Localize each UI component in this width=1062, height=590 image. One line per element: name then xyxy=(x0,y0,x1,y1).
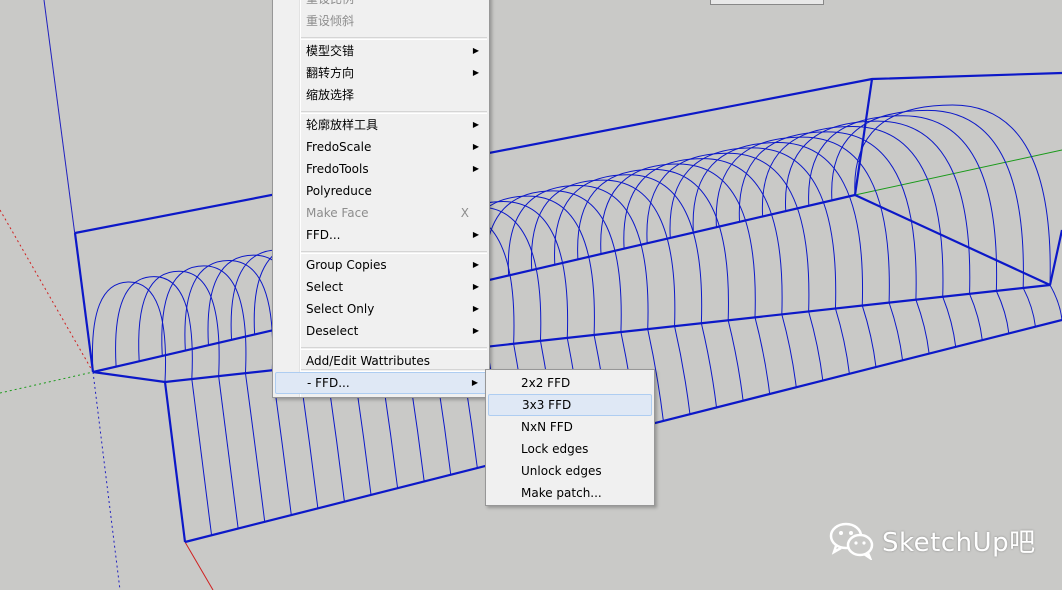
front-rib xyxy=(244,373,266,522)
menu-item-label: FredoTools xyxy=(306,162,369,176)
menu-item-label: Group Copies xyxy=(306,258,387,272)
front-rib xyxy=(727,320,744,401)
front-rib xyxy=(191,378,213,536)
front-rib xyxy=(942,296,957,347)
menu-item[interactable]: 重设倾斜 xyxy=(275,10,487,32)
menu-item[interactable]: FredoScale ▶ xyxy=(275,136,487,158)
menu-item[interactable]: Deselect ▶ xyxy=(275,320,487,342)
submenu-arrow-icon: ▶ xyxy=(472,230,479,239)
submenu-arrow-icon: ▶ xyxy=(472,326,479,335)
menu-item-label: - FFD... xyxy=(307,376,350,390)
submenu-item[interactable]: 2x2 FFD xyxy=(488,372,652,394)
menu-item-label: 模型交错 xyxy=(306,44,355,58)
menu-item-label: FFD... xyxy=(306,228,341,242)
red-axis xyxy=(184,541,214,590)
toolbar-fragment xyxy=(710,0,824,5)
menu-item-label: Select xyxy=(306,280,344,294)
front-rib xyxy=(700,323,718,408)
submenu-item[interactable]: NxN FFD xyxy=(488,416,652,438)
arch-rib xyxy=(138,270,220,377)
watermark-text: SketchUp吧 xyxy=(882,527,1036,558)
arch-rib xyxy=(484,190,622,333)
front-rib xyxy=(754,317,771,395)
menu-item-label: Polyreduce xyxy=(306,184,372,198)
arch-rib xyxy=(91,281,167,383)
watermark: SketchUp吧 xyxy=(828,516,1036,564)
front-rib xyxy=(808,311,824,381)
menu-item[interactable]: Make Face X xyxy=(275,202,487,224)
front-rib xyxy=(834,308,850,374)
menu-item[interactable]: 重设比例 xyxy=(275,0,487,10)
front-rib xyxy=(218,376,239,529)
front-rib xyxy=(995,290,1010,334)
submenu-arrow-icon: ▶ xyxy=(472,120,479,129)
front-rib xyxy=(915,299,930,354)
menu-item[interactable]: Polyreduce xyxy=(275,180,487,202)
red-axis-dotted xyxy=(0,209,94,373)
menu-item[interactable]: FredoTools ▶ xyxy=(275,158,487,180)
menu-item[interactable]: 模型交错 ▶ xyxy=(275,40,487,62)
menu-item-label: 轮廓放样工具 xyxy=(306,118,379,132)
menu-item[interactable]: Select ▶ xyxy=(275,276,487,298)
menu-item[interactable]: 缩放选择 xyxy=(275,84,487,106)
menu-item[interactable]: 轮廓放样工具 ▶ xyxy=(275,114,487,136)
submenu-arrow-icon: ▶ xyxy=(472,68,479,77)
submenu-item[interactable]: Lock edges xyxy=(488,438,652,460)
submenu-item[interactable]: 3x3 FFD xyxy=(488,394,652,416)
menu-item-label: Deselect xyxy=(306,324,359,338)
menu-item[interactable]: - FFD... ▶ xyxy=(275,372,487,394)
submenu-arrow-icon: ▶ xyxy=(472,282,479,291)
front-rib xyxy=(1049,284,1062,321)
menu-item-label: 重设倾斜 xyxy=(306,14,355,28)
wechat-icon xyxy=(829,522,874,560)
context-menu: 重设比例重设倾斜模型交错 ▶ 翻转方向 ▶ 缩放选择轮廓放样工具 ▶ FredoScale ▶… xyxy=(272,0,490,398)
front-rib xyxy=(861,305,877,368)
submenu-item-label: Unlock edges xyxy=(521,464,602,478)
submenu-item-label: Make patch... xyxy=(521,486,602,500)
menu-item[interactable]: Group Copies ▶ xyxy=(275,254,487,276)
shortcut-key: X xyxy=(460,206,469,220)
menu-item-label: Make Face xyxy=(306,206,369,220)
submenu-item-label: Lock edges xyxy=(521,442,589,456)
blue-axis-dotted xyxy=(92,371,121,590)
submenu-arrow-icon: ▶ xyxy=(471,378,478,387)
submenu-arrow-icon: ▶ xyxy=(472,46,479,55)
menu-item-label: FredoScale xyxy=(306,140,372,154)
submenu-arrow-icon: ▶ xyxy=(472,304,479,313)
menu-item-label: Select Only xyxy=(306,302,375,316)
arch-rib xyxy=(161,265,247,374)
front-rib xyxy=(969,293,983,341)
menu-item-label: 翻转方向 xyxy=(306,66,355,80)
submenu-item[interactable]: Unlock edges xyxy=(488,460,652,482)
front-rib xyxy=(781,314,797,388)
menu-item[interactable]: 翻转方向 ▶ xyxy=(275,62,487,84)
submenu-item-label: 3x3 FFD xyxy=(522,398,572,412)
submenu-item-label: NxN FFD xyxy=(521,420,573,434)
ffd-submenu: 2x2 FFD 3x3 FFD NxN FFD Lock edges Unlock ed… xyxy=(485,369,655,506)
submenu-arrow-icon: ▶ xyxy=(472,260,479,269)
menu-item[interactable]: Select Only ▶ xyxy=(275,298,487,320)
menu-item-label: 缩放选择 xyxy=(306,88,355,102)
submenu-item-label: 2x2 FFD xyxy=(521,376,571,390)
menu-item-label: 重设比例 xyxy=(306,0,354,10)
front-rib xyxy=(674,326,691,415)
menu-item[interactable]: Add/Edit Wattributes xyxy=(275,350,487,372)
arch-rib xyxy=(808,115,998,291)
arch-rib xyxy=(715,136,890,303)
green-axis-dotted xyxy=(0,371,94,394)
front-rib xyxy=(888,302,904,361)
menu-item-label: Add/Edit Wattributes xyxy=(306,354,431,368)
submenu-item[interactable]: Make patch... xyxy=(488,482,652,504)
submenu-arrow-icon: ▶ xyxy=(472,164,479,173)
arch-rib xyxy=(554,174,703,324)
arch-rib xyxy=(785,120,971,294)
front-rib xyxy=(1022,287,1036,327)
menu-item[interactable]: FFD... ▶ xyxy=(275,224,487,246)
submenu-arrow-icon: ▶ xyxy=(472,142,479,151)
